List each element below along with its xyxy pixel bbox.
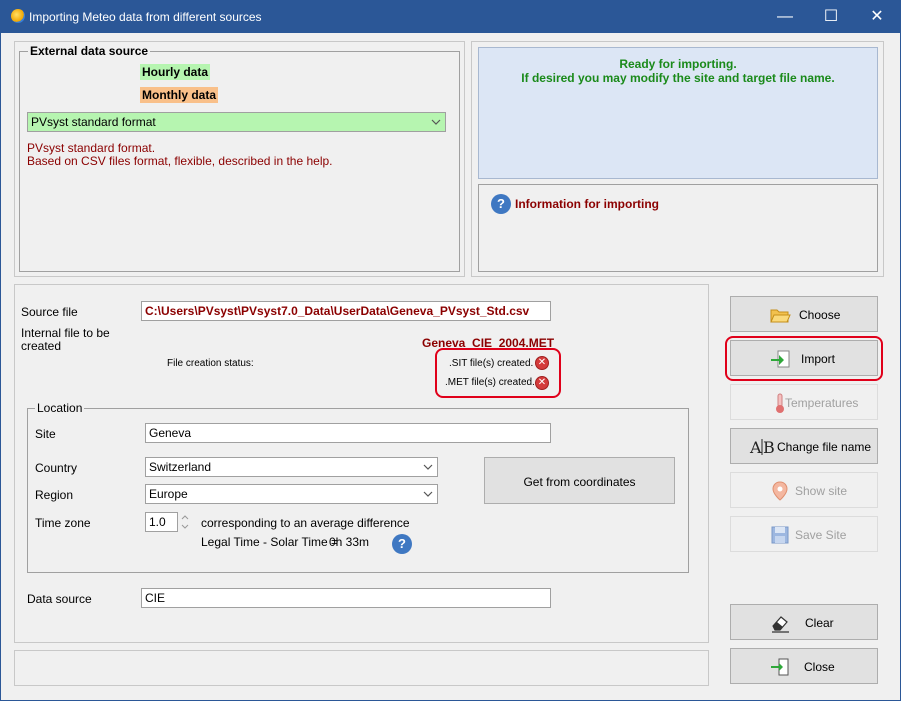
close-label: Close <box>804 660 835 674</box>
legal-time-value: 0h 33m <box>329 535 370 549</box>
import-label: Import <box>801 352 836 366</box>
folder-open-icon <box>770 309 791 323</box>
country-select[interactable]: Switzerland <box>145 457 438 477</box>
chevron-down-icon <box>423 464 433 470</box>
source-file-field[interactable]: C:\Users\PVsyst\PVsyst7.0_Data\UserData\… <box>141 301 551 321</box>
site-label: Site <box>35 427 56 441</box>
eraser-icon <box>772 616 789 633</box>
region-select[interactable]: Europe <box>145 484 438 504</box>
temperatures-label: Temperatures <box>785 396 859 410</box>
hourly-data-tag: Hourly data <box>140 64 211 80</box>
sit-status-text: .SIT file(s) created. <box>449 358 534 369</box>
close-window-button[interactable]: ✕ <box>854 1 900 33</box>
bottom-status-bar <box>14 650 709 686</box>
external-source-legend: External data source <box>28 44 151 58</box>
minimize-button[interactable]: — <box>762 1 808 33</box>
pvsyst-app-icon <box>11 9 25 23</box>
spinner-arrows-icon <box>181 515 189 529</box>
import-arrow-icon <box>771 350 790 368</box>
region-select-value: Europe <box>149 487 188 501</box>
timezone-spinner[interactable] <box>180 513 190 531</box>
chevron-down-icon <box>431 119 441 125</box>
location-legend: Location <box>35 401 85 415</box>
region-label: Region <box>35 488 74 502</box>
status-line2: If desired you may modify the site and t… <box>521 71 835 85</box>
exit-door-icon <box>771 658 789 676</box>
svg-text:A: A <box>749 438 762 457</box>
change-file-name-button[interactable]: A B Change file name <box>730 428 878 464</box>
internal-file-label-1: Internal file to be <box>21 326 110 340</box>
clear-button[interactable]: Clear <box>730 604 878 640</box>
choose-button[interactable]: Choose <box>730 296 878 332</box>
map-pin-icon <box>772 481 788 501</box>
floppy-disk-icon <box>771 526 789 544</box>
change-file-name-label: Change file name <box>777 440 872 454</box>
chevron-down-icon <box>423 491 433 497</box>
maximize-button[interactable]: ☐ <box>808 1 854 33</box>
legal-time-label: Legal Time - Solar Time = <box>201 535 339 549</box>
svg-text:B: B <box>763 438 775 457</box>
timezone-label: Time zone <box>35 516 91 530</box>
error-icon: ✕ <box>535 356 549 370</box>
source-file-label: Source file <box>21 305 78 319</box>
status-line1: Ready for importing. <box>619 57 737 71</box>
site-field[interactable]: Geneva <box>145 423 551 443</box>
monthly-data-tag: Monthly data <box>140 87 218 103</box>
data-source-field[interactable]: CIE <box>141 588 551 608</box>
choose-label: Choose <box>799 308 841 322</box>
timezone-field[interactable]: 1.0 <box>145 512 178 532</box>
format-desc-line2: Based on CSV files format, flexible, des… <box>27 154 333 168</box>
temperatures-button[interactable]: Temperatures <box>730 384 878 420</box>
timezone-desc: corresponding to an average difference <box>201 516 410 530</box>
help-icon[interactable]: ? <box>491 194 511 214</box>
import-button[interactable]: Import <box>730 340 878 376</box>
title-bar: Importing Meteo data from different sour… <box>1 1 900 33</box>
show-site-button[interactable]: Show site <box>730 472 878 508</box>
country-select-value: Switzerland <box>149 460 212 474</box>
rename-ab-icon: A B <box>749 438 775 457</box>
info-panel-title: Information for importing <box>515 197 659 211</box>
window-title: Importing Meteo data from different sour… <box>29 10 262 24</box>
help-icon[interactable]: ? <box>392 534 412 554</box>
save-site-label: Save Site <box>795 528 847 542</box>
close-button[interactable]: Close <box>730 648 878 684</box>
creation-status-label: File creation status: <box>167 358 254 369</box>
format-select[interactable]: PVsyst standard format <box>27 112 446 132</box>
clear-label: Clear <box>805 616 834 630</box>
format-desc-line1: PVsyst standard format. <box>27 141 156 155</box>
save-site-button[interactable]: Save Site <box>730 516 878 552</box>
format-select-value: PVsyst standard format <box>31 115 156 129</box>
show-site-label: Show site <box>795 484 848 498</box>
main-window: Importing Meteo data from different sour… <box>0 0 901 701</box>
get-coordinates-label: Get from coordinates <box>523 475 636 489</box>
internal-file-label-2: created <box>21 339 62 353</box>
error-icon: ✕ <box>535 376 549 390</box>
country-label: Country <box>35 461 78 475</box>
get-coordinates-button[interactable]: Get from coordinates <box>484 457 675 504</box>
met-status-text: .MET file(s) created. <box>445 377 535 388</box>
status-panel: Ready for importing. If desired you may … <box>478 47 878 179</box>
data-source-label: Data source <box>27 592 92 606</box>
